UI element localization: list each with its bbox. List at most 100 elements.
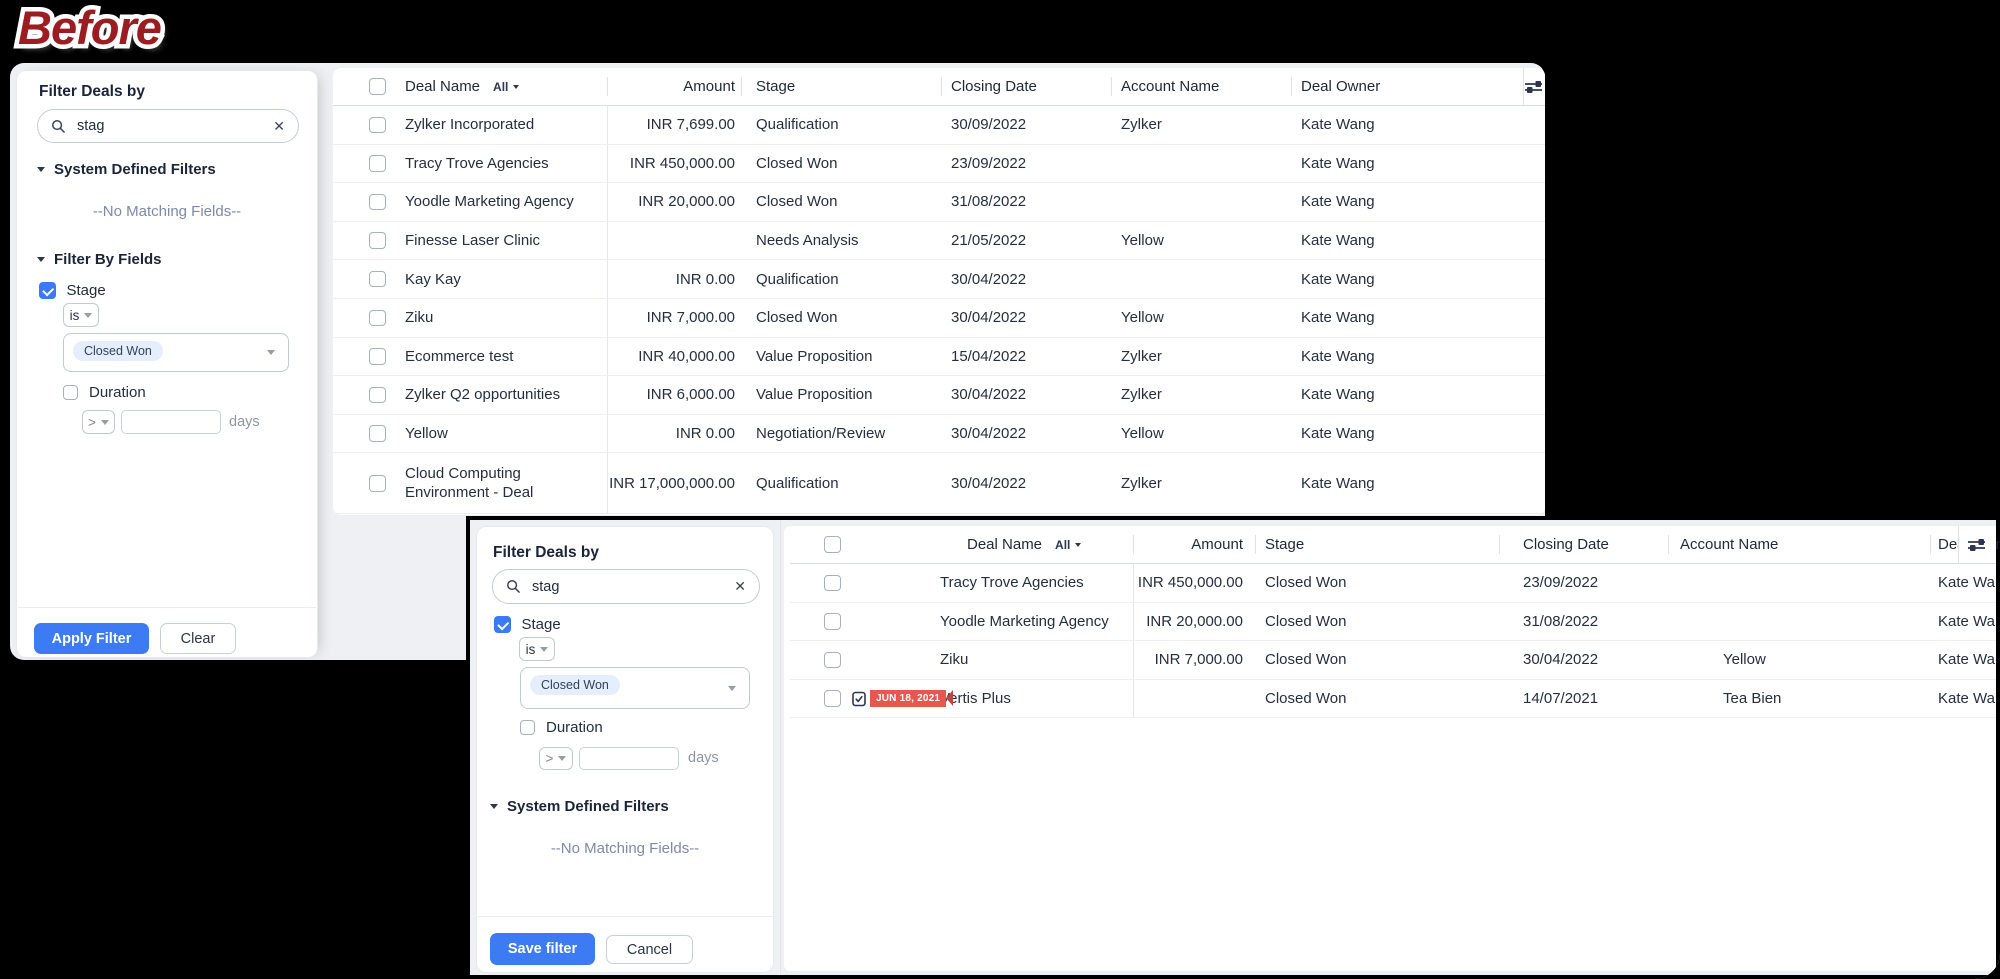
header-account-name[interactable]: Account Name <box>1111 68 1291 105</box>
stage-checkbox[interactable] <box>494 616 511 633</box>
deal-name-cell[interactable]: Finesse Laser Clinic <box>390 222 607 260</box>
cancel-button[interactable]: Cancel <box>606 935 693 964</box>
header-account-name[interactable]: Account Name <box>1668 526 1930 563</box>
closing-date-cell: 31/08/2022 <box>1499 603 1668 641</box>
stage-operator-dropdown[interactable]: is <box>63 303 99 327</box>
row-checkbox[interactable] <box>824 613 841 630</box>
section-system-defined-filters[interactable]: System Defined Filters <box>37 161 216 178</box>
deal-name-cell[interactable]: Ziku <box>390 299 607 337</box>
duration-value-input[interactable] <box>580 748 678 769</box>
duration-filter-row: Duration <box>520 719 603 736</box>
header-closing-date[interactable]: Closing Date <box>941 68 1111 105</box>
amount-cell: INR 7,699.00 <box>607 106 741 144</box>
header-amount[interactable]: Amount <box>1133 526 1255 563</box>
deal-name-cell[interactable]: Ecommerce test <box>390 338 607 376</box>
stage-cell: Value Proposition <box>741 338 941 376</box>
bottom-screenshot: Filter Deals by ✕ Stage is Closed Won <box>466 516 2000 979</box>
deal-name-cell[interactable]: Zylker Incorporated <box>390 106 607 144</box>
stage-cell: Closed Won <box>1255 564 1499 602</box>
header-deal-name[interactable]: Deal Name All <box>390 68 607 105</box>
deal-name-text: Ecommerce test <box>405 347 513 366</box>
section-system-defined-filters[interactable]: System Defined Filters <box>490 798 669 815</box>
section-filter-by-fields[interactable]: Filter By Fields <box>37 251 162 268</box>
amount-cell: INR 7,000.00 <box>607 299 741 337</box>
row-checkbox[interactable] <box>369 310 386 327</box>
clear-button[interactable]: Clear <box>160 623 236 654</box>
deals-table: Deal Name All Amount Stage Closing Date … <box>784 526 1996 971</box>
save-filter-button[interactable]: Save filter <box>490 933 595 965</box>
row-checkbox[interactable] <box>369 117 386 134</box>
deal-name-cell[interactable]: Yoodle Marketing Agency <box>390 183 607 221</box>
search-input[interactable] <box>75 117 264 135</box>
clear-search-icon[interactable]: ✕ <box>273 118 285 135</box>
account-name-cell: Zylker <box>1111 106 1291 144</box>
row-checkbox[interactable] <box>824 652 841 669</box>
deal-name-cell[interactable]: Ziku <box>850 641 1133 679</box>
deal-name-cell[interactable]: Tracy Trove Agencies <box>850 564 1133 602</box>
row-checkbox-cell <box>333 376 390 414</box>
row-checkbox[interactable] <box>369 232 386 249</box>
duration-value-input[interactable] <box>122 411 220 433</box>
row-checkbox[interactable] <box>369 425 386 442</box>
header-stage[interactable]: Stage <box>741 68 941 105</box>
account-name-cell: Yellow <box>1668 641 1930 679</box>
deal-name-cell[interactable]: Yoodle Marketing Agency <box>850 603 1133 641</box>
row-checkbox-cell <box>333 415 390 453</box>
row-checkbox[interactable] <box>369 387 386 404</box>
deal-name-cell[interactable]: Tracy Trove Agencies <box>390 145 607 183</box>
header-closing-date[interactable]: Closing Date <box>1499 526 1668 563</box>
deal-name-cell[interactable]: JUN 18, 2021Vertis Plus <box>850 680 1133 718</box>
filter-search-box[interactable]: ✕ <box>37 109 299 143</box>
deal-name-text: Cloud Computing Environment - Deal <box>405 464 597 502</box>
column-settings-button[interactable] <box>1958 526 1996 563</box>
selected-stage-token[interactable]: Closed Won <box>73 341 163 361</box>
deal-name-cell[interactable]: Zylker Q2 opportunities <box>390 376 607 414</box>
account-name-cell: Zylker <box>1111 338 1291 376</box>
stage-value-select[interactable]: Closed Won <box>63 333 289 372</box>
task-check-icon <box>852 691 866 707</box>
search-input[interactable] <box>530 578 725 596</box>
closing-date-cell: 21/05/2022 <box>941 222 1111 260</box>
duration-checkbox[interactable] <box>63 385 78 400</box>
deal-owner-cell: Kate Wang <box>1930 564 1996 602</box>
row-checkbox[interactable] <box>369 155 386 172</box>
select-all-checkbox[interactable] <box>369 78 386 95</box>
stage-cell: Negotiation/Review <box>741 415 941 453</box>
account-name-cell <box>1668 603 1930 641</box>
deal-name-text: Zylker Incorporated <box>405 115 534 134</box>
deal-name-cell[interactable]: Kay Kay <box>390 260 607 298</box>
row-checkbox[interactable] <box>369 348 386 365</box>
duration-operator-dropdown[interactable]: > <box>539 747 573 770</box>
row-checkbox[interactable] <box>369 475 386 492</box>
column-settings-button[interactable] <box>1523 68 1545 105</box>
stage-checkbox[interactable] <box>39 282 56 299</box>
selected-stage-token[interactable]: Closed Won <box>530 675 620 695</box>
clear-search-icon[interactable]: ✕ <box>734 578 746 595</box>
header-deal-name[interactable]: Deal Name All <box>850 526 1133 563</box>
filter-search-box[interactable]: ✕ <box>492 569 760 604</box>
amount-cell: INR 20,000.00 <box>1133 603 1255 641</box>
stage-value-select[interactable]: Closed Won <box>520 667 750 709</box>
header-deal-owner[interactable]: Deal Owner <box>1291 68 1545 105</box>
row-checkbox[interactable] <box>824 690 841 707</box>
deals-table: Deal Name All Amount Stage Closing Date … <box>333 68 1545 515</box>
all-filter-dropdown[interactable]: All <box>1055 538 1081 552</box>
row-checkbox[interactable] <box>369 271 386 288</box>
duration-operator-dropdown[interactable]: > <box>82 410 115 434</box>
duration-checkbox[interactable] <box>520 720 535 735</box>
header-stage[interactable]: Stage <box>1255 526 1499 563</box>
deal-owner-cell: Kate Wang <box>1291 106 1545 144</box>
amount-cell <box>1133 680 1255 718</box>
deal-name-cell[interactable]: Yellow <box>390 415 607 453</box>
amount-cell: INR 40,000.00 <box>607 338 741 376</box>
all-filter-dropdown[interactable]: All <box>493 80 519 94</box>
deal-name-cell[interactable]: Cloud Computing Environment - Deal <box>390 453 607 513</box>
select-all-checkbox[interactable] <box>824 536 841 553</box>
table-row: Kay KayINR 0.00Qualification30/04/2022Ka… <box>333 260 1545 299</box>
table-row: Cloud Computing Environment - DealINR 17… <box>333 453 1545 514</box>
row-checkbox[interactable] <box>824 575 841 592</box>
row-checkbox[interactable] <box>369 194 386 211</box>
header-amount[interactable]: Amount <box>607 68 741 105</box>
apply-filter-button[interactable]: Apply Filter <box>34 623 149 654</box>
stage-operator-dropdown[interactable]: is <box>519 637 555 661</box>
